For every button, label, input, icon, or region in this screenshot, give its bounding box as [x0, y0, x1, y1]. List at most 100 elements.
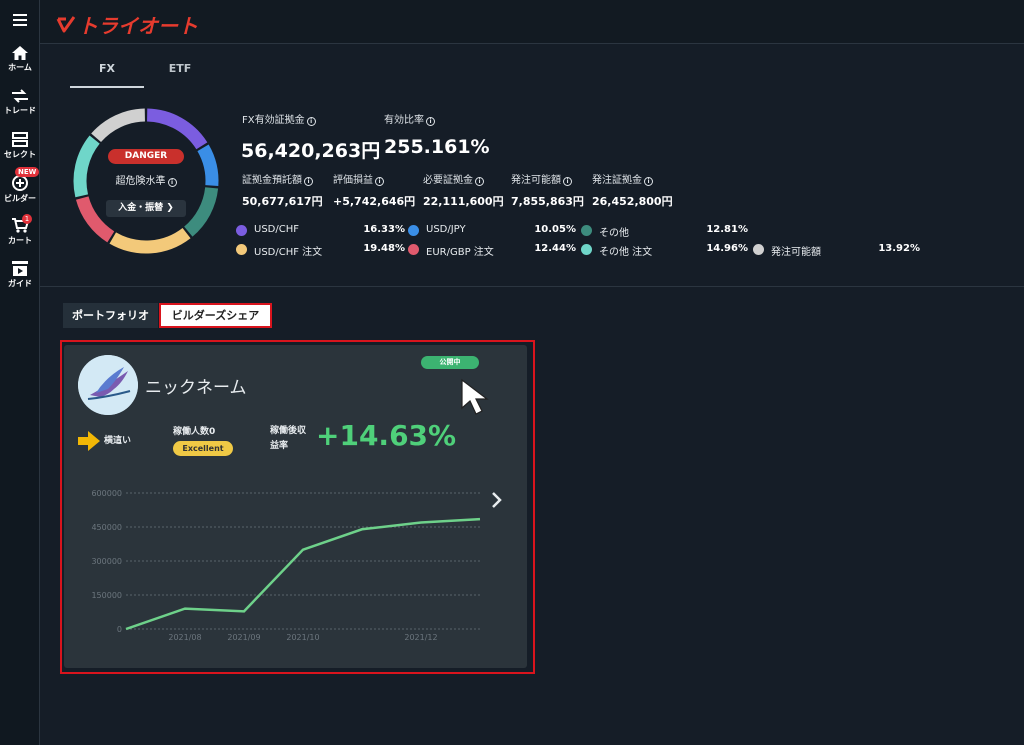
legend-label: USD/CHF 注文: [254, 247, 323, 258]
chevron-right-icon[interactable]: [490, 491, 504, 509]
order-margin-value: 26,452,800円: [592, 195, 673, 208]
public-status-badge: 公開中: [421, 356, 479, 369]
y-tick-label: 600000: [91, 489, 122, 498]
sidebar-item-guide[interactable]: ガイド: [0, 261, 40, 301]
ratio-value: 255.161%: [384, 136, 490, 158]
sidebar-item-select[interactable]: セレクト: [0, 132, 40, 172]
logo[interactable]: トライオート: [56, 10, 198, 39]
orderable-label: 発注可能額 i: [511, 171, 572, 186]
sidebar-item-home[interactable]: ホーム: [0, 46, 40, 86]
legend-label: その他: [599, 228, 629, 239]
new-badge: NEW: [15, 167, 40, 177]
return-label: 稼働後収益率: [270, 426, 307, 451]
builder-plus-icon: [12, 175, 28, 191]
header: トライオート: [40, 0, 1024, 44]
sidebar-item-trade[interactable]: トレード: [0, 89, 40, 129]
info-icon[interactable]: i: [426, 117, 435, 126]
orderable-value: 7,855,863円: [511, 195, 584, 208]
logo-text: トライオート: [78, 14, 198, 38]
sidebar-item-label: ガイド: [8, 279, 32, 288]
direction-label: 横這い: [104, 436, 132, 446]
order-margin-label: 発注証拠金 i: [592, 171, 653, 186]
ratio-label: 有効比率 i: [384, 111, 435, 126]
deposit-label: 証拠金預託額 i: [242, 171, 313, 186]
y-tick-label: 450000: [91, 523, 122, 532]
trade-arrows-icon: [12, 89, 28, 103]
section-divider: [40, 286, 1024, 287]
pnl-label: 評価損益 i: [333, 171, 384, 186]
info-icon[interactable]: i: [167, 178, 177, 187]
y-tick-label: 0: [117, 625, 122, 634]
fx-margin-value: 56,420,263円: [241, 140, 381, 162]
legend-dot: [236, 225, 247, 236]
info-icon[interactable]: i: [306, 117, 316, 126]
donut-segment: [146, 108, 208, 150]
required-label: 必要証拠金 i: [423, 171, 484, 186]
x-tick-label: 2021/09: [227, 633, 260, 642]
sidebar-item-builder[interactable]: NEW ビルダー: [0, 167, 40, 215]
y-tick-label: 300000: [91, 557, 122, 566]
chevron-right-icon: ❯: [166, 203, 174, 213]
legend-dot: [408, 225, 419, 236]
pnl-value: +5,742,646円: [333, 195, 416, 208]
sidebar-item-label: ビルダー: [4, 194, 36, 203]
tab-builders-share[interactable]: ビルダーズシェア: [159, 303, 272, 328]
operators-count: 稼働人数0: [173, 427, 216, 437]
legend-label: USD/CHF: [254, 224, 299, 235]
legend-value: 12.81%: [706, 224, 748, 235]
performance-line-chart: 0 150000 300000 450000 600000 2021/08 2021/09 2…: [91, 489, 481, 642]
donut-segment: [73, 135, 100, 198]
deposit-transfer-button[interactable]: 入金・振替 ❯: [106, 200, 186, 217]
donut-segment: [91, 108, 146, 143]
sidebar-item-label: カート: [8, 236, 32, 245]
tab-fx[interactable]: FX: [70, 62, 144, 75]
logo-check-icon: [56, 15, 76, 32]
info-icon[interactable]: i: [644, 177, 653, 186]
legend-value: 10.05%: [534, 224, 576, 235]
legend-dot: [581, 244, 592, 255]
legend-dot: [236, 244, 247, 255]
legend-label: EUR/GBP 注文: [426, 247, 494, 258]
cart-count-badge: 1: [22, 214, 32, 224]
nickname: ニックネーム: [145, 378, 247, 398]
legend-value: 14.96%: [706, 243, 748, 254]
legend-label: USD/JPY: [426, 224, 466, 235]
legend-dot: [753, 244, 764, 255]
info-icon[interactable]: i: [375, 177, 384, 186]
legend-dot: [408, 244, 419, 255]
return-value: +14.63%: [316, 419, 457, 452]
donut-segment: [183, 186, 219, 237]
margin-level-text: 超危険水準 i: [100, 172, 192, 187]
guide-icon: [12, 261, 28, 276]
legend-label: その他 注文: [599, 247, 653, 258]
sidebar-item-label: トレード: [4, 106, 36, 115]
tab-active-indicator: [70, 86, 144, 88]
series-line: [125, 517, 481, 631]
deposit-value: 50,677,617円: [242, 195, 323, 208]
legend-value: 13.92%: [878, 243, 920, 254]
x-tick-label: 2021/10: [286, 633, 319, 642]
info-icon[interactable]: i: [563, 177, 572, 186]
rating-badge: Excellent: [173, 441, 233, 456]
fx-margin-label: FX有効証拠金 i: [242, 111, 316, 126]
required-value: 22,111,600円: [423, 195, 504, 208]
sidebar-item-cart[interactable]: 1 カート: [0, 214, 40, 258]
tab-portfolio[interactable]: ポートフォリオ: [63, 303, 158, 328]
arrow-right-icon: [78, 431, 100, 451]
tab-etf[interactable]: ETF: [143, 62, 217, 75]
hamburger-menu-icon[interactable]: [0, 0, 40, 40]
x-tick-label: 2021/08: [168, 633, 201, 642]
avatar: [78, 355, 138, 415]
sidebar: ホーム トレード セレクト NEW ビルダー 1 カート ガイド: [0, 0, 40, 745]
danger-badge: DANGER: [108, 149, 184, 164]
legend-value: 19.48%: [363, 243, 405, 254]
donut-segment: [197, 144, 219, 187]
home-icon: [12, 46, 28, 60]
info-icon[interactable]: i: [475, 177, 484, 186]
y-tick-label: 150000: [91, 591, 122, 600]
x-tick-label: 2021/12: [404, 633, 437, 642]
info-icon[interactable]: i: [304, 177, 313, 186]
legend-value: 16.33%: [363, 224, 405, 235]
sidebar-item-label: セレクト: [4, 150, 36, 159]
mouse-cursor-icon: [461, 378, 489, 415]
